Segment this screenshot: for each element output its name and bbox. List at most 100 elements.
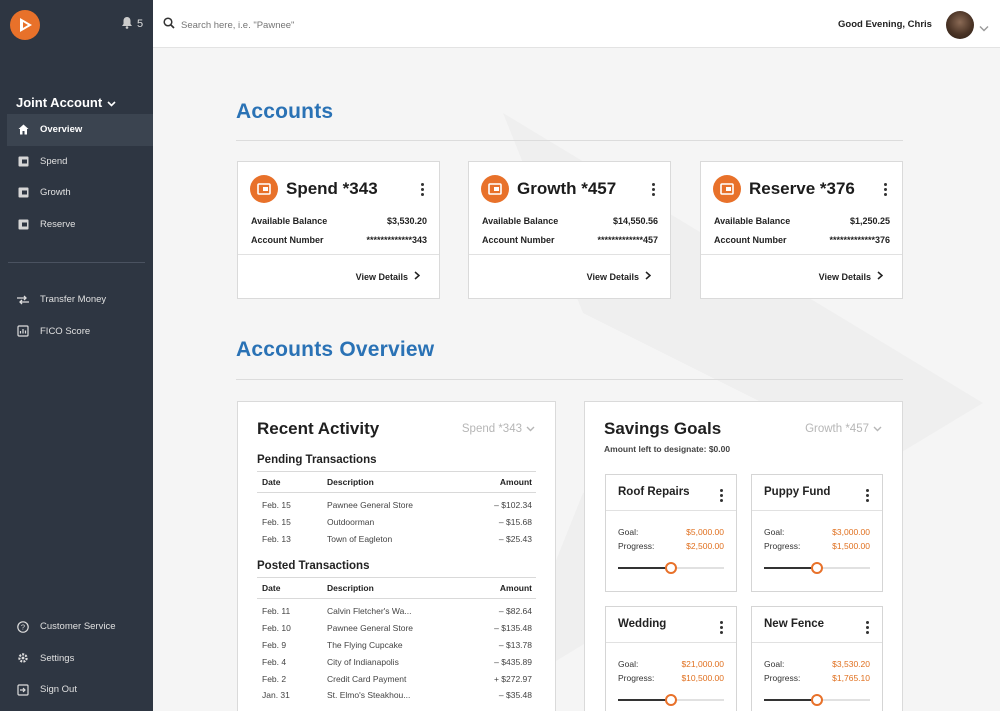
sidebar-item-transfer-money[interactable]: Transfer Money [7,284,153,316]
sidebar-item-settings[interactable]: Settings [7,643,153,675]
main-content: Accounts Spend *343 Available Balance $3,… [153,48,1000,711]
account-number-value: *************457 [597,235,658,245]
table-row[interactable]: Feb. 15 Pawnee General Store – $102.34 [257,497,536,514]
slider-handle[interactable] [665,694,677,706]
goal-card-new-fence: New Fence Goal: $3,530.20 Progress: $1,765… [751,606,883,711]
view-details-label: View Details [586,271,639,282]
view-details-link[interactable]: View Details [819,271,884,282]
goal-divider [752,510,882,511]
notifications-button[interactable]: 5 [121,16,143,32]
score-icon [17,325,29,337]
account-card-spend: Spend *343 Available Balance $3,530.20 Ac… [237,161,440,299]
savings-goals-account-select[interactable]: Growth *457 [805,423,882,435]
goal-progress-slider[interactable] [618,562,724,574]
view-details-link[interactable]: View Details [586,271,652,282]
goal-title: New Fence [764,618,825,630]
table-row[interactable]: Feb. 10 Pawnee General Store – $135.48 [257,620,536,637]
goal-divider [752,642,882,643]
goal-label: Goal: [764,659,785,669]
goal-label: Goal: [764,527,785,537]
goal-divider [606,510,736,511]
search-input[interactable] [181,19,481,31]
goal-amount-row: Goal: $5,000.00 [618,527,724,537]
slider-handle[interactable] [811,562,823,574]
notification-count: 5 [137,18,144,30]
row-description: St. Elmo's Steakhou... [327,690,411,701]
recent-activity-title: Recent Activity [257,419,380,438]
goal-divider [606,642,736,643]
goal-progress-slider[interactable] [618,694,724,706]
sign-out-icon [17,684,29,696]
account-card-reserve: Reserve *376 Available Balance $1,250.25 … [700,161,903,299]
row-amount: – $15.68 [498,517,532,528]
table-row[interactable]: Feb. 11 Calvin Fletcher's Wa... – $82.64 [257,603,536,620]
table-row[interactable]: Feb. 13 Town of Eagleton – $25.43 [257,531,536,548]
view-details-link[interactable]: View Details [355,271,421,282]
slider-handle[interactable] [665,562,677,574]
account-number-row: Account Number *************343 [251,235,427,245]
sidebar-item-label: Transfer Money [40,294,107,306]
sidebar-item-label: Spend [40,155,68,167]
goal-title: Puppy Fund [764,486,831,498]
table-row[interactable]: Feb. 4 City of Indianapolis – $435.89 [257,653,536,670]
progress-label: Progress: [764,541,801,551]
more-options-icon[interactable] [866,489,870,502]
row-amount: – $13.78 [498,639,532,650]
goal-progress-slider[interactable] [764,562,870,574]
posted-transactions-table: Date Description Amount Feb. 11 Calvin Fl… [257,577,536,704]
table-row[interactable]: Feb. 15 Outdoorman – $15.68 [257,514,536,531]
sidebar-item-customer-service[interactable]: ? Customer Service [7,611,153,643]
more-options-icon[interactable] [720,489,724,502]
slider-handle[interactable] [811,694,823,706]
slider-fill [618,567,671,569]
table-row[interactable]: Feb. 2 Credit Card Payment + $272.97 [257,670,536,687]
account-switcher[interactable]: Joint Account [16,95,116,110]
slider-fill [618,699,671,701]
sidebar-item-fico-score[interactable]: FICO Score [7,316,153,348]
more-options-icon[interactable] [720,621,724,634]
account-title: Reserve *376 [749,179,855,198]
wallet-icon [713,175,741,203]
posted-transactions-title: Posted Transactions [257,560,370,572]
more-options-icon[interactable] [884,183,888,196]
brand-logo[interactable] [10,10,40,40]
account-number-label: Account Number [714,235,787,245]
sidebar-item-label: Sign Out [40,684,77,696]
goal-card-wedding: Wedding Goal: $21,000.00 Progress: $10,500… [605,606,737,711]
goal-progress-slider[interactable] [764,694,870,706]
sidebar-item-spend[interactable]: Spend [7,146,153,178]
table-row[interactable]: Jan. 31 St. Elmo's Steakhou... – $35.48 [257,687,536,704]
gear-icon [17,652,29,664]
sidebar-item-growth[interactable]: Growth [7,177,153,209]
sidebar-item-overview[interactable]: Overview [7,114,153,146]
balance-label: Available Balance [251,216,328,226]
sidebar-item-sign-out[interactable]: Sign Out [7,674,153,706]
bell-icon [121,16,133,32]
goal-amount-row: Goal: $21,000.00 [618,659,724,669]
sidebar: 5 Joint Account Overview Spend Growth Re… [0,0,153,711]
row-date: Feb. 10 [262,623,291,634]
slider-fill [764,567,817,569]
view-details-label: View Details [355,271,408,282]
account-number-row: Account Number *************457 [482,235,658,245]
chevron-down-icon [526,423,535,435]
table-row[interactable]: Feb. 9 The Flying Cupcake – $13.78 [257,637,536,654]
more-options-icon[interactable] [866,621,870,634]
balance-label: Available Balance [714,216,791,226]
more-options-icon[interactable] [652,183,656,196]
avatar[interactable] [946,11,974,39]
row-description: The Flying Cupcake [327,639,403,650]
recent-activity-account-select[interactable]: Spend *343 [462,423,535,435]
wallet-icon [17,218,29,230]
more-options-icon[interactable] [421,183,425,196]
progress-label: Progress: [618,673,655,683]
sidebar-item-reserve[interactable]: Reserve [7,209,153,241]
table-header: Date Description Amount [257,577,536,599]
goal-value: $3,530.20 [832,659,870,669]
table-header: Date Description Amount [257,471,536,493]
search-icon [163,16,175,34]
row-date: Jan. 31 [262,690,290,701]
row-amount: – $25.43 [498,533,532,544]
chevron-down-icon[interactable] [979,19,989,37]
select-value: Growth *457 [805,423,869,435]
